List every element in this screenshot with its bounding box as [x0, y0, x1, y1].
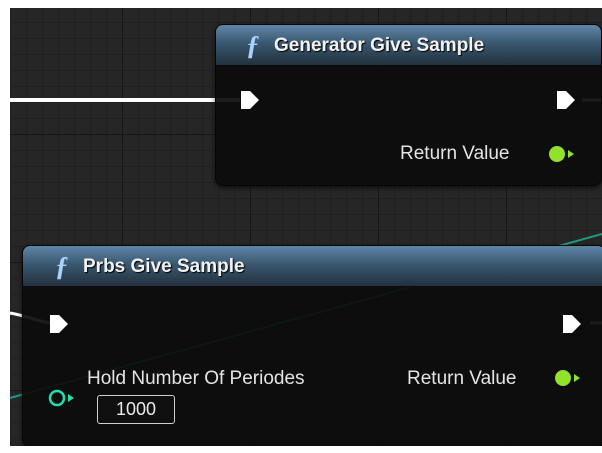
function-icon: ƒ — [246, 30, 260, 60]
exec-input-pin[interactable] — [238, 88, 262, 112]
node-title: Prbs Give Sample — [83, 256, 245, 277]
node-prbs-give-sample[interactable]: ƒ Prbs Give Sample Hold Number Of Period… — [22, 245, 602, 447]
exec-output-pin[interactable] — [560, 312, 584, 336]
hold-number-of-periodes-pin[interactable] — [47, 387, 77, 409]
return-value-pin[interactable] — [547, 144, 577, 164]
node-header[interactable]: ƒ Generator Give Sample — [216, 25, 601, 66]
return-value-pin[interactable] — [553, 368, 583, 388]
blueprint-graph-canvas[interactable]: ƒ Generator Give Sample Return Value ƒ P… — [0, 0, 602, 453]
return-value-label: Return Value — [407, 368, 517, 389]
frame-border-bottom — [0, 446, 602, 453]
function-icon: ƒ — [55, 251, 69, 281]
node-header[interactable]: ƒ Prbs Give Sample — [23, 246, 602, 287]
node-title: Generator Give Sample — [274, 35, 485, 56]
exec-output-pin[interactable] — [554, 88, 578, 112]
hold-number-of-periodes-input[interactable]: 1000 — [97, 395, 175, 424]
exec-input-pin[interactable] — [47, 312, 71, 336]
frame-border-left — [0, 0, 10, 453]
node-generator-give-sample[interactable]: ƒ Generator Give Sample Return Value — [215, 24, 602, 186]
hold-number-of-periodes-label: Hold Number Of Periodes — [87, 368, 305, 389]
frame-border-top — [0, 0, 602, 8]
return-value-label: Return Value — [400, 143, 510, 164]
